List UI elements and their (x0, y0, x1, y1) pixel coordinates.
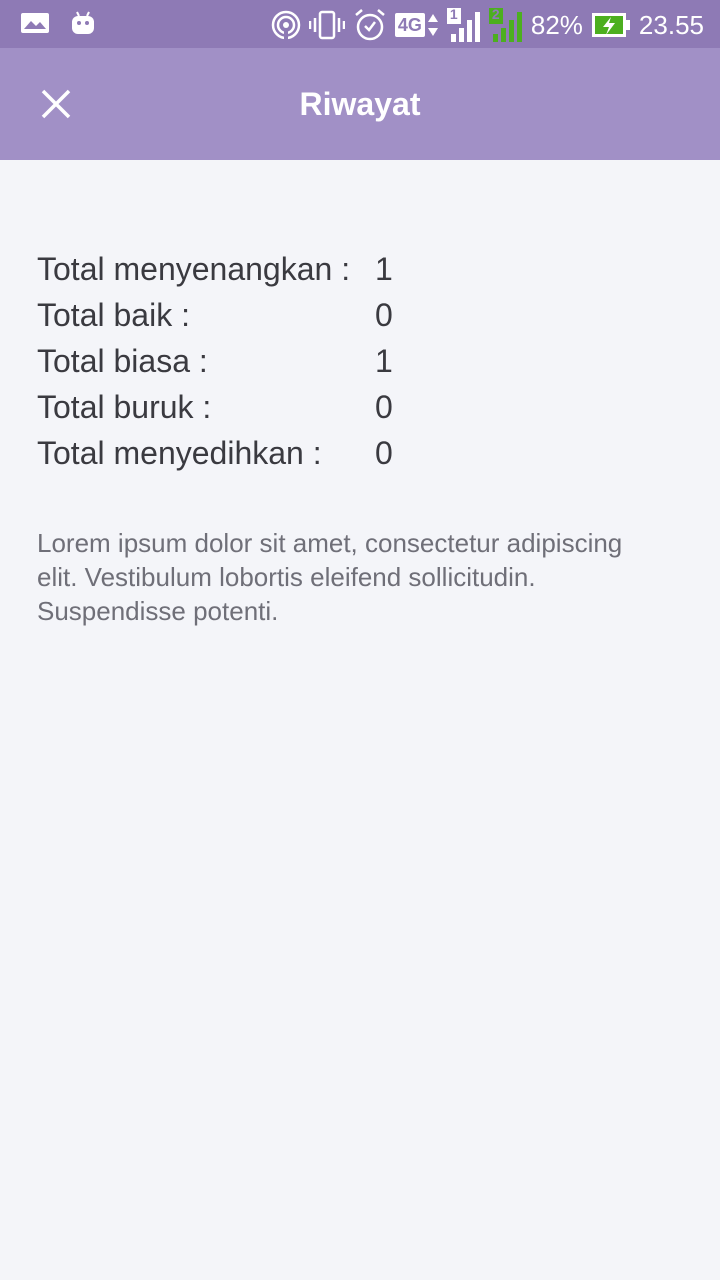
android-icon (70, 10, 96, 36)
stat-label: Total baik : (37, 297, 190, 333)
image-icon (20, 11, 50, 35)
clock: 23.55 (638, 9, 704, 40)
status-bar: 4G 1 2 82% 23.55 (0, 0, 720, 48)
alarm-icon (353, 9, 387, 41)
network-type-label: 4G (394, 13, 425, 37)
stat-value: 0 (375, 297, 393, 333)
app-bar: Riwayat (0, 48, 720, 160)
signal-sim2-icon: 2 (488, 6, 523, 42)
stat-value: 1 (375, 343, 393, 379)
stat-value: 1 (375, 251, 393, 287)
status-right: 4G 1 2 82% 23.55 (263, 6, 704, 44)
signal-sim1-icon: 1 (446, 6, 481, 42)
sim1-label: 1 (449, 6, 458, 22)
network-4g-icon: 4G (394, 12, 439, 38)
status-left (20, 10, 116, 36)
stat-label: Total menyedihkan : (37, 435, 322, 471)
battery-percent: 82% (530, 9, 583, 40)
battery-charging-icon (591, 11, 631, 39)
stat-value: 0 (375, 435, 393, 471)
stat-label: Total buruk : (37, 389, 212, 425)
description-text: Lorem ipsum dolor sit amet, consectetur … (37, 528, 623, 626)
stat-label: Total menyenangkan : (37, 251, 351, 287)
stat-label: Total biasa : (37, 343, 208, 379)
stat-value: 0 (375, 389, 393, 425)
hotspot-icon (271, 10, 301, 40)
sim2-label: 2 (491, 6, 500, 22)
page-title: Riwayat (299, 86, 421, 122)
vibrate-icon (308, 10, 345, 40)
